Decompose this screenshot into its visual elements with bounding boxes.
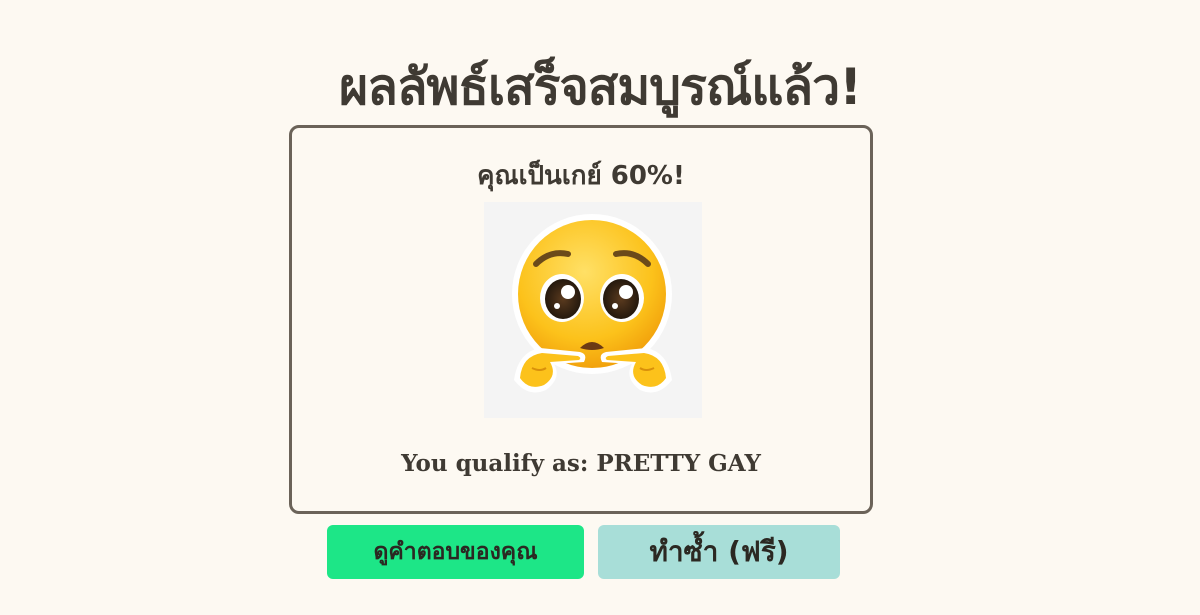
result-card: คุณเป็นเกย์ 60%! You qualify as: PRETTY … — [289, 125, 873, 514]
retake-quiz-button[interactable]: ทำซ้ำ (ฟรี) — [598, 525, 840, 579]
pleading-face-emoji-icon — [484, 202, 702, 418]
result-percent-text: คุณเป็นเกย์ 60%! — [477, 161, 685, 191]
result-qualify-text: You qualify as: PRETTY GAY — [401, 450, 761, 477]
view-answers-button[interactable]: ดูคำตอบของคุณ — [327, 525, 584, 579]
page-title: ผลลัพธ์เสร็จสมบูรณ์แล้ว! — [338, 58, 862, 116]
